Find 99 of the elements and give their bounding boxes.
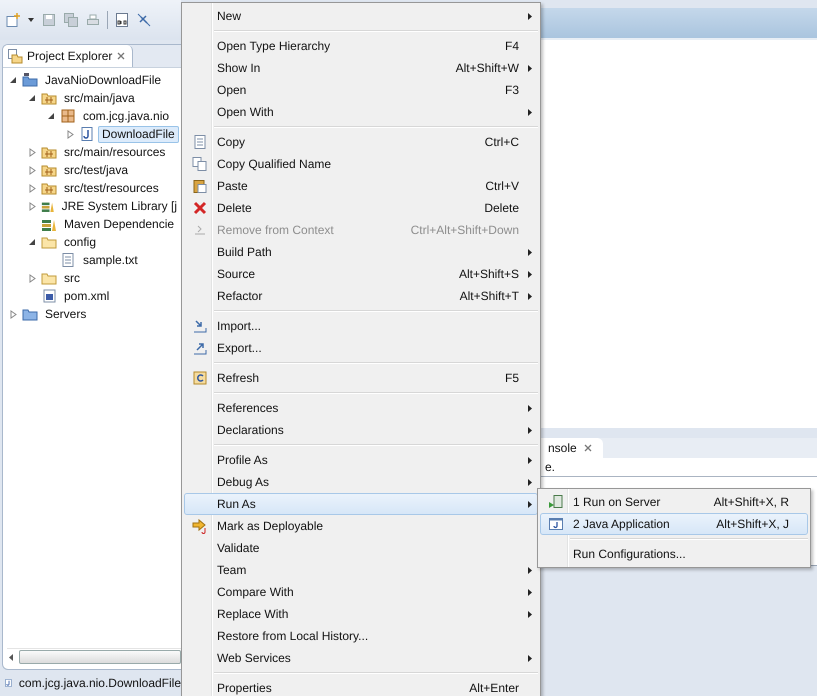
tree-item-label[interactable]: src/test/java — [60, 162, 132, 178]
menu-item[interactable]: 2 Java Application Alt+Shift+X, J — [540, 513, 808, 535]
new-wizard-icon — [5, 12, 21, 28]
package-icon — [60, 108, 76, 124]
paste-icon — [192, 178, 208, 194]
collapsed-arrow-icon[interactable] — [28, 148, 36, 156]
menu-item[interactable]: Team — [184, 559, 538, 581]
expanded-arrow-icon[interactable] — [28, 238, 36, 246]
menu-item[interactable]: Replace With — [184, 603, 538, 625]
submenu-arrow-icon — [528, 500, 532, 508]
menu-item[interactable]: Run Configurations... — [540, 543, 808, 565]
collapsed-arrow-icon[interactable] — [28, 274, 36, 282]
project-folder-icon — [22, 72, 38, 88]
menu-item[interactable]: Source Alt+Shift+S — [184, 263, 538, 285]
menu-item[interactable]: Copy Qualified Name — [184, 153, 538, 175]
tree-item-label[interactable]: sample.txt — [79, 252, 142, 268]
tree-item-label[interactable]: src — [60, 270, 84, 286]
menu-item[interactable]: Show In Alt+Shift+W — [184, 57, 538, 79]
menu-item[interactable]: Copy Ctrl+C — [184, 131, 538, 153]
tab-label: Project Explorer — [27, 49, 112, 63]
status-text: com.jcg.java.nio.DownloadFile — [18, 676, 181, 690]
menu-item[interactable]: Compare With — [184, 581, 538, 603]
menu-item[interactable]: Debug As — [184, 471, 538, 493]
submenu-arrow-icon — [528, 270, 532, 278]
menu-item[interactable]: Export... — [184, 337, 538, 359]
collapsed-arrow-icon[interactable] — [10, 310, 16, 318]
menu-item[interactable]: Open With — [184, 101, 538, 123]
collapsed-arrow-icon[interactable] — [66, 130, 74, 138]
tree-item-label[interactable]: DownloadFile — [98, 126, 179, 142]
menu-item[interactable]: 1 Run on Server Alt+Shift+X, R — [540, 491, 808, 513]
submenu-arrow-icon — [528, 456, 532, 464]
tree-item-label[interactable]: com.jcg.java.nio — [79, 108, 174, 124]
submenu-arrow-icon — [528, 12, 532, 20]
submenu-arrow-icon — [528, 610, 532, 618]
tree-item-label[interactable]: src/main/resources — [60, 144, 170, 160]
submenu-arrow-icon — [528, 426, 532, 434]
submenu-arrow-icon — [528, 64, 532, 72]
submenu-arrow-icon — [528, 478, 532, 486]
submenu-arrow-icon — [528, 654, 532, 662]
menu-item[interactable]: References — [184, 397, 538, 419]
horizontal-scrollbar[interactable] — [7, 648, 181, 665]
submenu-arrow-icon — [528, 248, 532, 256]
close-icon — [582, 443, 593, 453]
menu-item[interactable]: Refresh F5 — [184, 367, 538, 389]
explorer-icon — [7, 48, 23, 64]
copy-icon — [192, 156, 208, 172]
copy-icon — [192, 134, 208, 150]
expanded-arrow-icon[interactable] — [47, 112, 55, 120]
menu-item[interactable]: Build Path — [184, 241, 538, 263]
dropdown-caret-icon — [27, 16, 35, 24]
print-icon — [85, 12, 101, 28]
save-all-icon — [63, 12, 79, 28]
submenu-arrow-icon — [528, 404, 532, 412]
java-app-icon — [548, 516, 564, 532]
collapsed-arrow-icon[interactable] — [28, 202, 36, 210]
tree-item-label[interactable]: pom.xml — [60, 288, 114, 304]
collapsed-arrow-icon[interactable] — [28, 166, 36, 174]
tree-item-label[interactable]: config — [60, 234, 100, 250]
tree-item-label[interactable]: Servers — [41, 306, 90, 322]
import-icon — [192, 318, 208, 334]
expanded-arrow-icon[interactable] — [9, 76, 17, 84]
deploy-arrow-icon — [192, 518, 208, 534]
submenu-arrow-icon — [528, 292, 532, 300]
menu-item[interactable]: Delete Delete — [184, 197, 538, 219]
close-icon — [116, 51, 126, 61]
binary-file-icon — [114, 12, 130, 28]
menu-item[interactable]: Validate — [184, 537, 538, 559]
submenu-arrow-icon — [528, 108, 532, 116]
submenu-arrow-icon — [528, 588, 532, 596]
java-file-icon — [79, 126, 95, 142]
tree-item-label[interactable]: JRE System Library [j — [58, 198, 181, 214]
menu-item[interactable]: Declarations — [184, 419, 538, 441]
console-text: e. — [545, 460, 556, 474]
scroll-left-icon — [7, 652, 15, 662]
menu-item[interactable]: Paste Ctrl+V — [184, 175, 538, 197]
menu-item[interactable]: Restore from Local History... — [184, 625, 538, 647]
menu-item[interactable]: Profile As — [184, 449, 538, 471]
menu-item[interactable]: Mark as Deployable — [184, 515, 538, 537]
menu-item[interactable]: Open Type Hierarchy F4 — [184, 35, 538, 57]
menu-item[interactable]: Run As — [184, 493, 538, 515]
menu-item[interactable]: Refactor Alt+Shift+T — [184, 285, 538, 307]
menu-item[interactable]: Import... — [184, 315, 538, 337]
expanded-arrow-icon[interactable] — [28, 94, 36, 102]
menu-item[interactable]: Web Services — [184, 647, 538, 669]
menu-item[interactable]: New — [184, 5, 538, 27]
project-explorer-tab[interactable]: Project Explorer — [3, 45, 134, 67]
tree-item-label[interactable]: Maven Dependencie — [60, 216, 178, 232]
menu-item[interactable]: Open F3 — [184, 79, 538, 101]
tree-item-label[interactable]: src/test/resources — [60, 180, 163, 196]
save-icon — [41, 12, 57, 28]
delete-icon — [192, 200, 208, 216]
run-server-icon — [548, 494, 564, 510]
collapsed-arrow-icon[interactable] — [28, 184, 36, 192]
menu-item[interactable]: Properties Alt+Enter — [184, 677, 538, 696]
refresh-icon — [192, 370, 208, 386]
submenu-arrow-icon — [528, 566, 532, 574]
text-file-icon — [60, 252, 76, 268]
tree-item-label[interactable]: JavaNioDownloadFile — [41, 72, 166, 88]
tree-item-label[interactable]: src/main/java — [60, 90, 139, 106]
